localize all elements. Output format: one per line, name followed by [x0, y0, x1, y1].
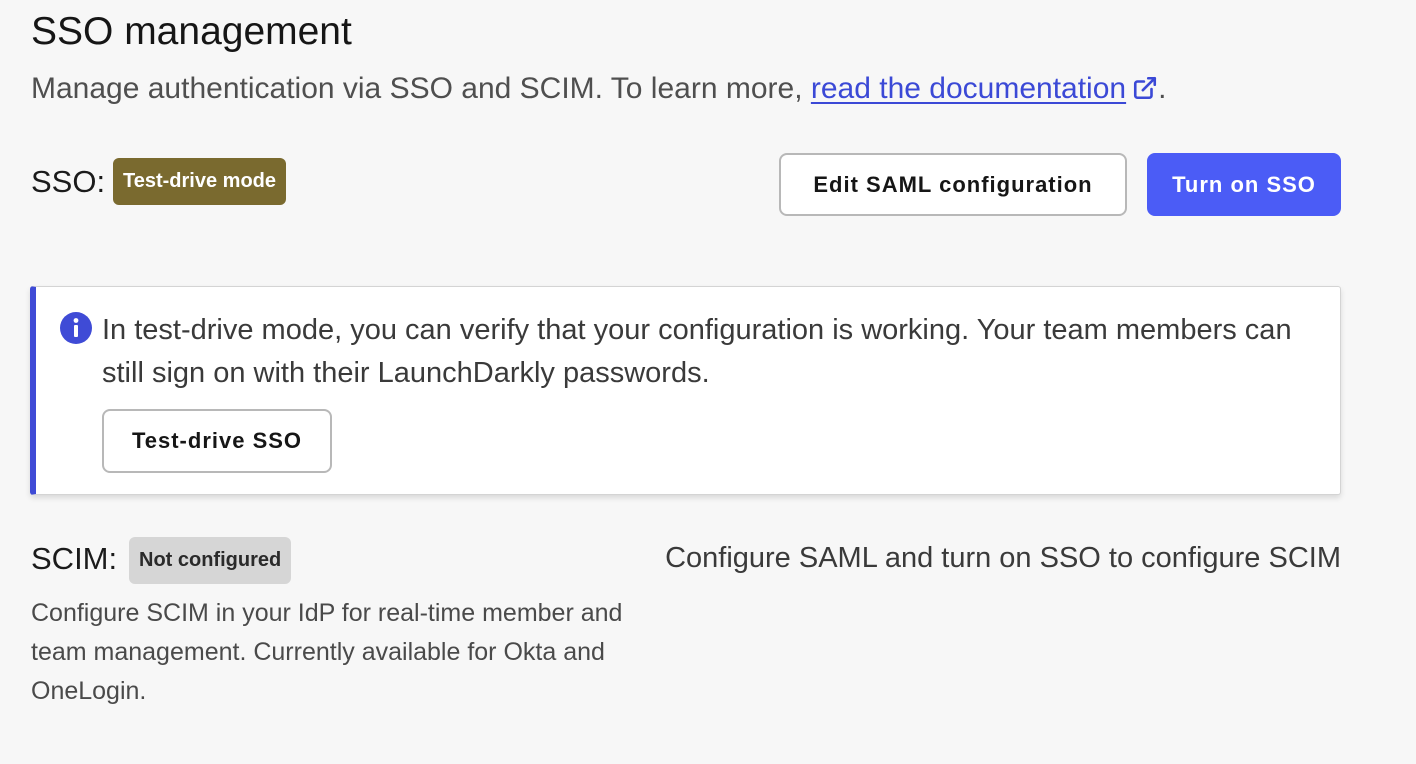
info-icon: [60, 312, 92, 344]
subtitle-text: Manage authentication via SSO and SCIM. …: [31, 72, 811, 105]
scim-status-badge: Not configured: [129, 537, 292, 584]
callout-message: In test-drive mode, you can verify that …: [102, 314, 1292, 389]
external-link-icon: [1134, 76, 1157, 100]
scim-configuration-hint: Configure SAML and turn on SSO to config…: [665, 542, 1341, 574]
sso-management-page: SSO management Manage authentication via…: [0, 0, 1416, 764]
page-title: SSO management: [31, 10, 352, 53]
page-subtitle: Manage authentication via SSO and SCIM. …: [31, 70, 1166, 108]
sso-label: SSO:: [31, 164, 106, 199]
documentation-link[interactable]: read the documentation: [811, 72, 1158, 105]
test-drive-sso-button[interactable]: Test-drive SSO: [102, 409, 332, 473]
subtitle-end: .: [1158, 72, 1167, 105]
scim-label: SCIM:: [31, 541, 118, 576]
sso-status-badge: Test-drive mode: [113, 158, 286, 205]
documentation-link-label: read the documentation: [810, 72, 1127, 105]
turn-on-sso-button[interactable]: Turn on SSO: [1147, 153, 1341, 216]
scim-description: Configure SCIM in your IdP for real-time…: [31, 599, 623, 705]
test-drive-info-callout: In test-drive mode, you can verify that …: [30, 286, 1341, 495]
edit-saml-configuration-button[interactable]: Edit SAML configuration: [779, 153, 1127, 216]
